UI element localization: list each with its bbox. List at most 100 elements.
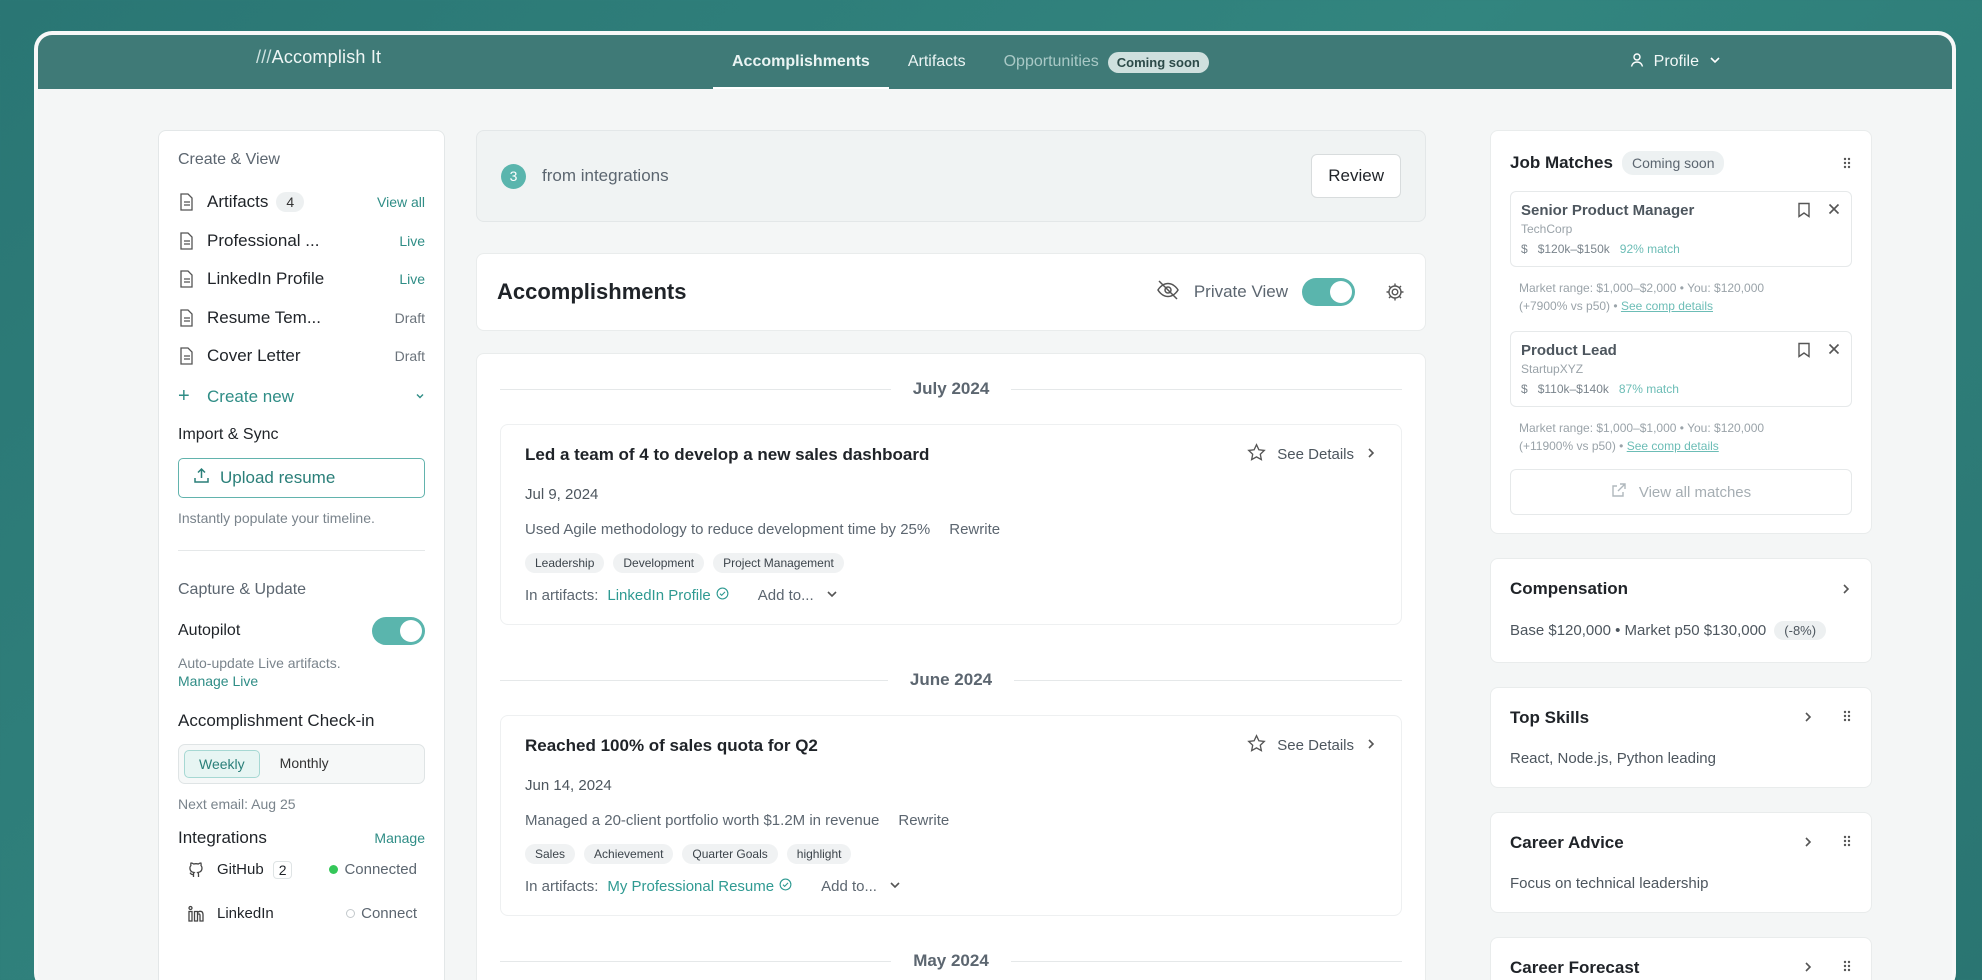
capture-update-title: Capture & Update (178, 580, 307, 598)
checkin-weekly-option[interactable]: Weekly (184, 749, 260, 778)
tag[interactable]: Achievement (584, 844, 674, 864)
tag[interactable]: Sales (525, 844, 576, 864)
job-match-item[interactable]: Product Lead StartupXYZ $ $110k–$140k 87% … (1510, 331, 1852, 407)
accomplishment-title: Reached 100% of sales quota for Q2 (525, 735, 818, 755)
integration-github[interactable]: GitHub 2 Connected (178, 848, 425, 892)
artifact-item[interactable]: Cover Letter Draft (178, 337, 425, 376)
see-details-button[interactable]: See Details (1247, 443, 1377, 466)
career-forecast-card[interactable]: Career Forecast (1490, 937, 1872, 980)
add-to-label: Add to... (821, 878, 877, 895)
tag-list: Leadership Development Project Managemen… (525, 553, 1377, 573)
divider (500, 679, 888, 681)
add-to-dropdown[interactable]: Add to... (821, 878, 901, 895)
artifact-item[interactable]: Resume Tem... Draft (178, 299, 425, 338)
profile-menu[interactable]: Profile (1629, 35, 1722, 89)
integration-name: LinkedIn (217, 905, 274, 922)
see-details-label: See Details (1277, 737, 1354, 754)
integration-state-label: Connect (361, 905, 417, 922)
integration-name: GitHub (217, 861, 264, 878)
top-skills-card[interactable]: Top Skills React, Node.js, Python leadin… (1490, 687, 1872, 788)
view-all-link[interactable]: View all (377, 194, 425, 210)
dollar-icon: $ (1521, 382, 1528, 396)
close-icon[interactable] (1827, 202, 1841, 223)
nav-opportunities[interactable]: Opportunities Coming soon (985, 35, 1228, 89)
job-salary: $110k–$140k (1537, 382, 1609, 396)
brand-logo[interactable]: ///Accomplish It (256, 47, 381, 68)
upload-hint: Instantly populate your timeline. (178, 509, 375, 526)
tag[interactable]: Project Management (713, 553, 844, 573)
drag-handle-icon[interactable] (1842, 958, 1852, 978)
create-new-button[interactable]: + Create new (178, 376, 425, 418)
compensation-card[interactable]: Compensation Base $120,000 • Market p50 … (1490, 558, 1872, 663)
dollar-icon: $ (1521, 242, 1528, 256)
job-company: StartupXYZ (1521, 362, 1584, 376)
status-dot-icon (346, 909, 356, 918)
artifact-link[interactable]: My Professional Resume (607, 878, 792, 895)
month-label: May 2024 (913, 951, 989, 970)
artifact-name: Professional ... (207, 230, 320, 250)
add-to-dropdown[interactable]: Add to... (758, 587, 838, 604)
nav-artifacts[interactable]: Artifacts (889, 35, 985, 89)
page-title: Accomplishments (497, 279, 687, 304)
integrations-manage-link[interactable]: Manage (374, 830, 425, 846)
tag[interactable]: Development (613, 553, 705, 573)
chevron-right-icon (1802, 958, 1814, 978)
accomplishments-timeline: July 2024 Led a team of 4 to develop a n… (476, 353, 1426, 980)
coming-soon-badge: Coming soon (1107, 51, 1209, 73)
checkin-monthly-option[interactable]: Monthly (266, 750, 343, 778)
artifact-name: Cover Letter (207, 346, 301, 366)
job-salary: $120k–$150k (1537, 242, 1610, 256)
tag[interactable]: Leadership (525, 553, 605, 573)
bookmark-icon[interactable] (1797, 342, 1811, 363)
accomplishment-title: Led a team of 4 to develop a new sales d… (525, 444, 930, 464)
star-icon[interactable] (1247, 734, 1267, 757)
integration-linkedin[interactable]: LinkedIn Connect (178, 892, 425, 936)
private-view-toggle[interactable] (1302, 278, 1355, 306)
close-icon[interactable] (1827, 342, 1841, 363)
drag-handle-icon[interactable] (1842, 708, 1852, 728)
artifact-item[interactable]: LinkedIn Profile Live (178, 260, 425, 299)
comp-details-link[interactable]: See comp details (1627, 439, 1719, 453)
bookmark-icon[interactable] (1797, 202, 1811, 223)
star-icon[interactable] (1247, 443, 1267, 466)
nav-opportunities-label: Opportunities (1003, 53, 1099, 70)
upload-resume-button[interactable]: Upload resume (178, 457, 425, 498)
autopilot-hint: Auto-update Live artifacts. (178, 654, 341, 671)
external-link-icon (1611, 482, 1627, 502)
drag-handle-icon[interactable] (1842, 156, 1852, 170)
rewrite-button[interactable]: Rewrite (898, 812, 949, 829)
chevron-right-icon (1840, 583, 1852, 595)
review-button[interactable]: Review (1311, 154, 1401, 198)
job-salary-row: $ $120k–$150k 92% match (1521, 242, 1694, 256)
add-to-label: Add to... (757, 587, 814, 604)
tag[interactable]: highlight (786, 844, 852, 864)
left-sidebar: Create & View Artifacts 4 View all Profe… (158, 130, 445, 980)
tag[interactable]: Quarter Goals (682, 844, 778, 864)
top-skills-text: React, Node.js, Python leading (1510, 750, 1716, 767)
accomplishment-card: Led a team of 4 to develop a new sales d… (500, 424, 1402, 625)
career-advice-card[interactable]: Career Advice Focus on technical leaders… (1490, 812, 1872, 913)
market-range-text: Market range: $1,000–$1,000 • You: $120,… (1510, 419, 1852, 455)
view-all-matches-button[interactable]: View all matches (1510, 469, 1852, 515)
main-content: 3 from integrations Review Accomplishmen… (476, 130, 1426, 980)
artifacts-row[interactable]: Artifacts 4 View all (178, 183, 425, 222)
manage-live-link[interactable]: Manage Live (178, 673, 425, 689)
job-title: Product Lead (1521, 342, 1617, 359)
gear-icon[interactable] (1385, 282, 1405, 302)
rewrite-button[interactable]: Rewrite (949, 521, 1000, 538)
career-advice-text: Focus on technical leadership (1510, 875, 1709, 892)
nav-accomplishments[interactable]: Accomplishments (713, 35, 889, 89)
coming-soon-badge: Coming soon (1621, 151, 1725, 175)
job-match-item[interactable]: Senior Product Manager TechCorp $ $120k–$… (1510, 191, 1852, 267)
artifact-link[interactable]: LinkedIn Profile (607, 587, 729, 604)
chevron-right-icon (1365, 446, 1377, 463)
comp-details-link[interactable]: See comp details (1621, 299, 1713, 313)
artifact-item[interactable]: Professional ... Live (178, 222, 425, 261)
create-new-label: Create new (207, 386, 294, 406)
drag-handle-icon[interactable] (1842, 833, 1852, 853)
job-matches-card: Job Matches Coming soon Senior Product M… (1490, 130, 1872, 534)
job-matches-title: Job Matches (1510, 153, 1613, 172)
see-details-button[interactable]: See Details (1247, 734, 1377, 757)
brand-name: Accomplish It (271, 47, 382, 67)
autopilot-toggle[interactable] (372, 616, 425, 645)
